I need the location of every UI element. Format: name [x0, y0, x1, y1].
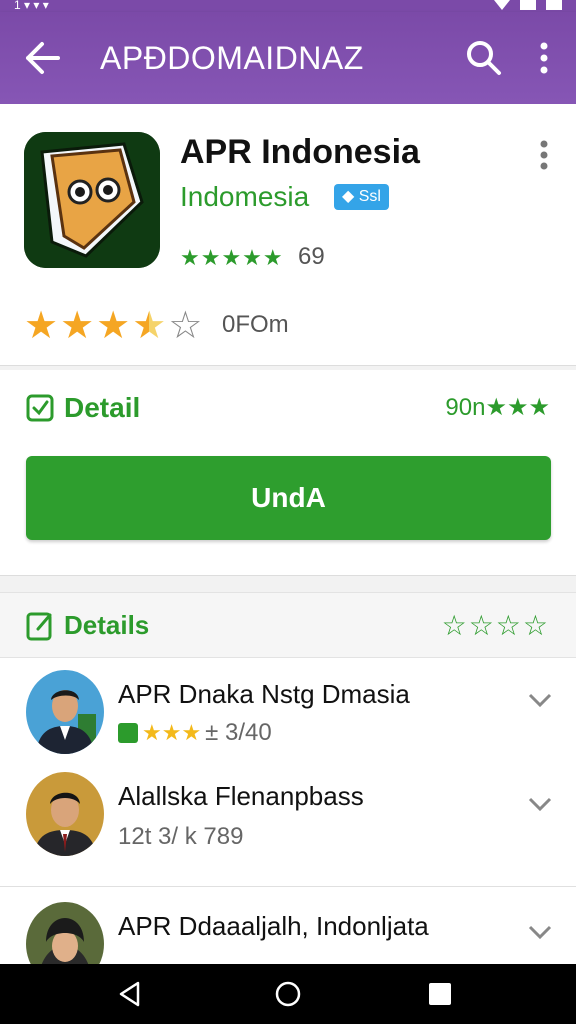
avatar: [26, 772, 104, 856]
small-rating-stars: ★★★★★: [180, 245, 284, 270]
status-time: 1 ▾ ▾ ▾: [14, 0, 49, 12]
signal-icon: [520, 0, 536, 10]
edit-icon: [26, 612, 52, 641]
details-title: Details: [64, 610, 150, 640]
list-item[interactable]: APR Dnaka Nstg Dmasia ★★★ ± 3/40: [0, 670, 576, 770]
rating-star-icon[interactable]: ★: [24, 304, 58, 348]
review-list: APR Dnaka Nstg Dmasia ★★★ ± 3/40 Alallsk…: [0, 658, 576, 964]
app-developer[interactable]: Indomesia: [180, 180, 309, 214]
details-stars: ☆☆☆☆: [441, 610, 550, 641]
app-name: APR Indonesia: [180, 133, 420, 171]
chevron-down-icon[interactable]: [528, 796, 552, 812]
rating-star-icon[interactable]: ☆: [168, 304, 202, 348]
rating-star-icon[interactable]: ★: [96, 304, 130, 348]
list-item[interactable]: Alallska Flenanpbass 12t 3/ k 789: [0, 770, 576, 870]
nav-recents-icon[interactable]: [428, 982, 452, 1006]
nav-home-icon[interactable]: [274, 980, 302, 1008]
battery-icon: [546, 0, 562, 10]
chevron-down-icon[interactable]: [528, 924, 552, 940]
app-logo-icon: [24, 132, 160, 268]
check-icon: [26, 394, 54, 422]
app-header-card: APR Indonesia Indomesia ◆ Ssl ★★★★★ 69 ★…: [0, 104, 576, 366]
avatar: [26, 670, 104, 754]
small-rating-count: 69: [298, 243, 325, 270]
rating-star-icon[interactable]: ★: [132, 304, 166, 348]
rating-label: 0FOm: [222, 311, 289, 338]
detail-rating: 90n★★★: [445, 394, 550, 421]
download-badge-icon: [118, 723, 138, 743]
avatar: [26, 902, 104, 964]
verified-badge: ◆ Ssl: [334, 184, 389, 210]
wifi-icon: [494, 0, 510, 10]
list-item-title: Alallska Flenanpbass: [118, 781, 364, 811]
nav-back-icon[interactable]: [116, 980, 144, 1008]
detail-section: Detail 90n★★★ UndA: [0, 370, 576, 576]
more-vert-icon[interactable]: [530, 38, 558, 78]
status-bar: 1 ▾ ▾ ▾: [0, 0, 576, 12]
list-item-title: APR Ddaaaljalh, Indonljata: [118, 911, 429, 941]
list-item-stars: ★★★: [142, 720, 202, 745]
details-header[interactable]: Details ☆☆☆☆: [0, 592, 576, 658]
app-bar: APÐDOMAIDNAZ: [0, 12, 576, 104]
detail-title: Detail: [64, 392, 141, 423]
app-bar-title: APÐDOMAIDNAZ: [100, 40, 364, 76]
list-item-meta: ± 3/40: [205, 719, 272, 746]
chevron-down-icon[interactable]: [528, 692, 552, 708]
badge-label: Ssl: [358, 188, 381, 205]
install-button[interactable]: UndA: [26, 456, 551, 540]
rating-stars[interactable]: ★ ★ ★ ★ ☆: [24, 304, 202, 348]
status-icons: [494, 0, 562, 12]
search-icon[interactable]: [464, 38, 504, 78]
system-nav-bar: [0, 964, 576, 1024]
card-more-icon[interactable]: [536, 140, 552, 170]
list-item-subtitle: ★★★ ± 3/40: [118, 718, 272, 748]
list-item[interactable]: APR Ddaaaljalh, Indonljata: [0, 902, 576, 964]
rating-star-icon[interactable]: ★: [60, 304, 94, 348]
list-item-subtitle: 12t 3/ k 789: [118, 822, 243, 852]
back-icon[interactable]: [22, 40, 62, 76]
list-item-meta: 12t 3/ k 789: [118, 823, 244, 850]
list-divider: [0, 886, 576, 887]
list-item-title: APR Dnaka Nstg Dmasia: [118, 679, 410, 709]
